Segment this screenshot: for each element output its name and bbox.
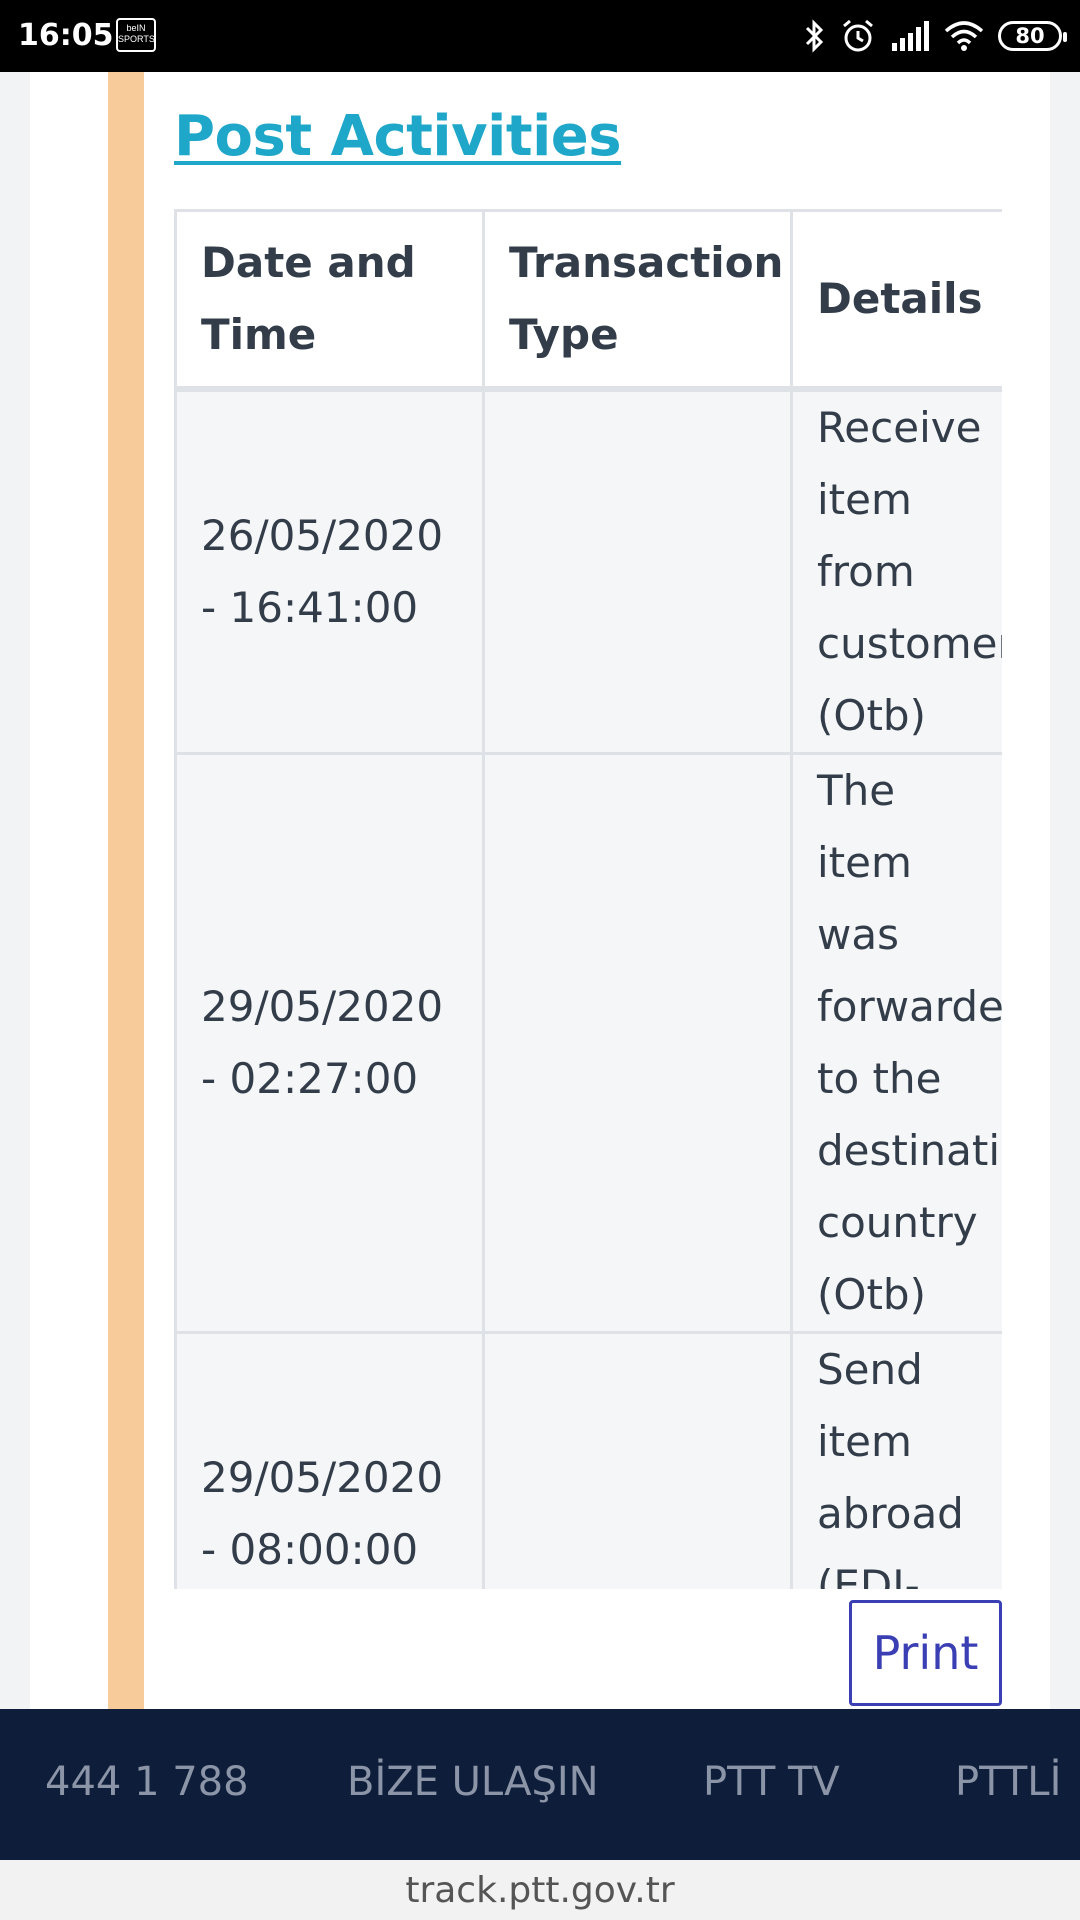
footer-link-phone[interactable]: 444 1 788 bbox=[45, 1759, 249, 1805]
cell-type bbox=[482, 1330, 793, 1589]
table-header-row: Date and Time Transaction Type Details bbox=[174, 209, 1002, 392]
alarm-icon bbox=[843, 19, 873, 52]
header-details: Details bbox=[790, 209, 1002, 392]
page-content: Post Activities Date and Time Transactio… bbox=[30, 72, 1050, 1709]
footer-nav: 444 1 788 BİZE ULAŞIN PTT TV PTTLİ bbox=[0, 1709, 1080, 1860]
activities-table-scroll[interactable]: Date and Time Transaction Type Details 2… bbox=[174, 209, 1002, 1589]
cell-details: Send item abroad (EDI-received) bbox=[790, 1330, 1002, 1590]
footer-link-contact[interactable]: BİZE ULAŞIN bbox=[347, 1759, 599, 1805]
footer-link-ptt-tv[interactable]: PTT TV bbox=[703, 1759, 840, 1805]
table-row: 29/05/2020 - 08:00:00 Send item abroad (… bbox=[174, 1330, 1002, 1590]
status-time: 16:05 bbox=[18, 18, 114, 53]
cell-details: Receive item from customer (Otb) bbox=[790, 387, 1002, 755]
accent-bar bbox=[108, 72, 144, 1709]
cell-type bbox=[482, 387, 793, 755]
bluetooth-icon bbox=[805, 19, 824, 53]
header-date-time: Date and Time bbox=[174, 209, 485, 392]
details-text: Receive item from customer (Otb) bbox=[817, 402, 1002, 740]
battery-level: 80 bbox=[1015, 24, 1045, 48]
activities-table: Date and Time Transaction Type Details 2… bbox=[174, 209, 1002, 1589]
cell-date: 26/05/2020 - 16:41:00 bbox=[174, 387, 485, 755]
cell-details: The item was forwarded to the destinatio… bbox=[790, 751, 1002, 1334]
footer-link-pttli[interactable]: PTTLİ bbox=[955, 1759, 1061, 1805]
bein-sports-icon: beIN SPORTS bbox=[116, 18, 156, 52]
cell-date: 29/05/2020 - 08:00:00 bbox=[174, 1330, 485, 1589]
browser-url-bar[interactable]: track.ptt.gov.tr bbox=[0, 1860, 1080, 1920]
signal-icon bbox=[892, 21, 929, 51]
details-text: The item was forwarded to the destinatio… bbox=[817, 765, 1002, 1319]
details-text: Send item abroad (EDI-received) bbox=[817, 1344, 964, 1590]
cell-type bbox=[482, 751, 793, 1334]
url-text: track.ptt.gov.tr bbox=[405, 1869, 675, 1911]
table-row: 26/05/2020 - 16:41:00 Receive item from … bbox=[174, 387, 1002, 755]
wifi-icon bbox=[944, 21, 984, 51]
print-button[interactable]: Print bbox=[849, 1600, 1002, 1706]
header-transaction-type: Transaction Type bbox=[482, 209, 793, 392]
table-row: 29/05/2020 - 02:27:00 The item was forwa… bbox=[174, 751, 1002, 1334]
post-activities-link[interactable]: Post Activities bbox=[174, 104, 622, 169]
battery-icon: 80 bbox=[998, 21, 1067, 51]
status-icons: 80 bbox=[804, 16, 1067, 56]
status-bar: 16:05 beIN SPORTS 80 bbox=[0, 0, 1080, 72]
cell-date: 29/05/2020 - 02:27:00 bbox=[174, 751, 485, 1334]
